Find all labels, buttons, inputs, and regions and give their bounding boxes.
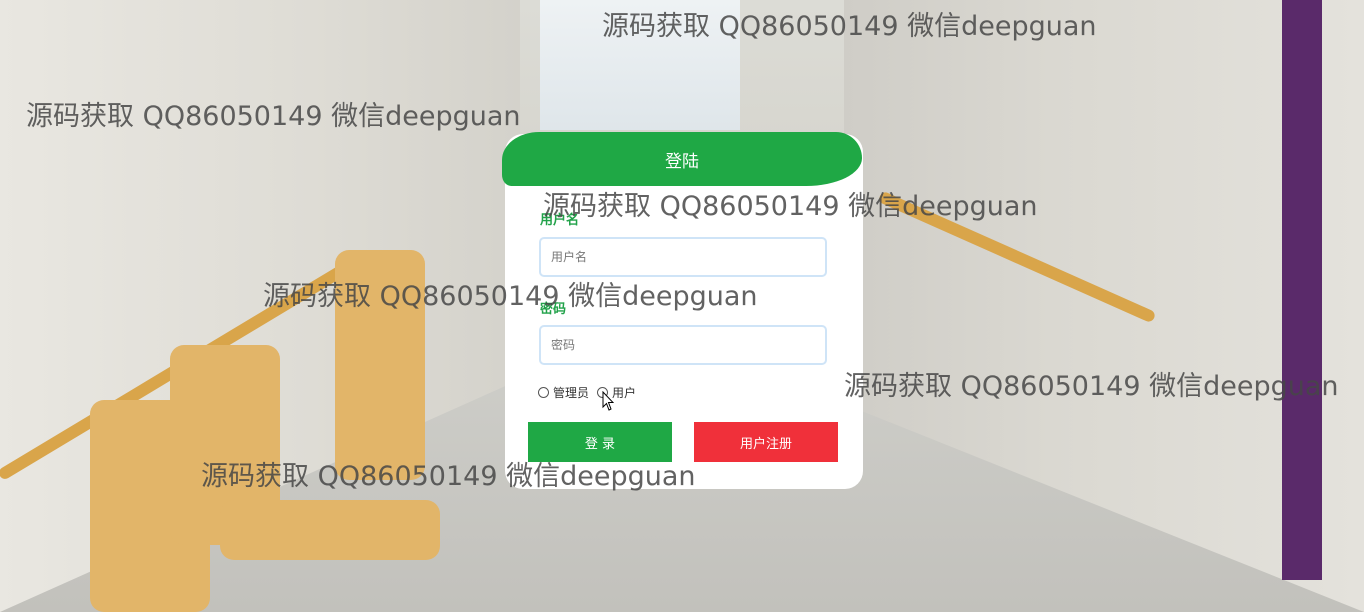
password-label: 密码 (540, 302, 567, 317)
username-label: 用户名 (540, 213, 580, 228)
username-input[interactable] (539, 237, 827, 277)
purple-door (1282, 0, 1322, 580)
hallway-window (540, 0, 740, 130)
login-title: 登陆 (502, 132, 862, 186)
login-button[interactable]: 登 录 (528, 422, 672, 462)
role-radio-group: 管理员 用户 (538, 384, 644, 401)
admin-radio-label: 管理员 (553, 386, 590, 400)
mouse-cursor-icon (602, 391, 614, 411)
register-button[interactable]: 用户注册 (694, 422, 838, 462)
role-admin-option[interactable]: 管理员 (538, 384, 589, 401)
chair (335, 250, 425, 480)
chair-seat (220, 500, 440, 560)
user-radio-label: 用户 (612, 386, 637, 400)
password-input[interactable] (539, 325, 827, 365)
admin-radio-button[interactable] (538, 387, 549, 398)
